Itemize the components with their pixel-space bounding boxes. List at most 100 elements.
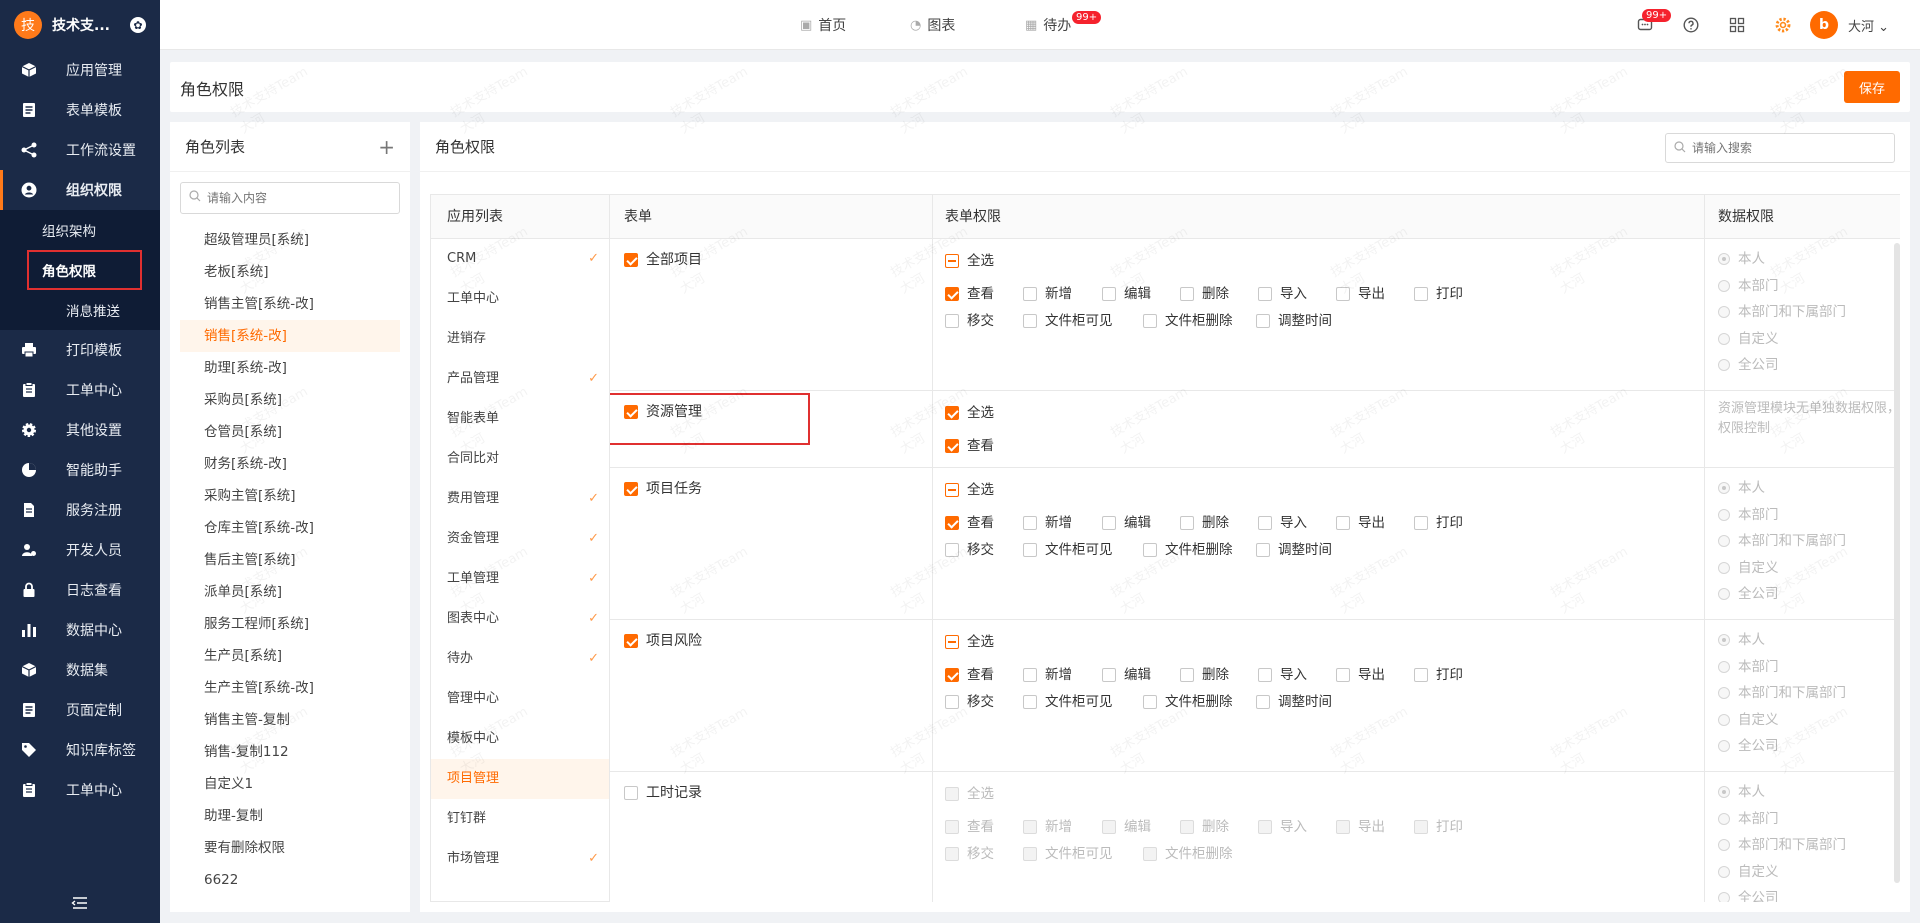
import-checkbox[interactable]: 导入 [1258, 663, 1307, 683]
data-scope-radio[interactable]: 自定义 [1718, 860, 1779, 880]
data-scope-radio[interactable]: 全公司 [1718, 582, 1779, 602]
add-checkbox[interactable]: 新增 [1023, 815, 1072, 835]
sidebar-item-dataset[interactable]: 数据集 [0, 650, 160, 690]
data-scope-radio[interactable]: 全公司 [1718, 353, 1779, 373]
role-item[interactable]: 仓库主管[系统-改] [180, 512, 400, 544]
sidebar-item-print-template[interactable]: 打印模板 [0, 330, 160, 370]
role-item[interactable]: 超级管理员[系统] [180, 224, 400, 256]
role-item[interactable]: 销售-复制112 [180, 736, 400, 768]
app-list-item[interactable]: 待办 ✓ [431, 639, 609, 679]
cabinet-delete-checkbox[interactable]: 文件柜删除 [1143, 842, 1233, 862]
delete-checkbox[interactable]: 删除 [1180, 511, 1229, 531]
cabinet-visible-checkbox[interactable]: 文件柜可见 [1023, 690, 1113, 710]
app-list-item[interactable]: 模板中心 [431, 719, 609, 759]
adjust-time-checkbox[interactable]: 调整时间 [1256, 538, 1332, 558]
role-item[interactable]: 助理[系统-改] [180, 352, 400, 384]
sidebar-item-other-settings[interactable]: 其他设置 [0, 410, 160, 450]
data-scope-radio[interactable]: 自定义 [1718, 327, 1779, 347]
add-checkbox[interactable]: 新增 [1023, 663, 1072, 683]
form-checkbox[interactable]: 全部项目 [624, 249, 702, 269]
app-list-item[interactable]: 工单管理 ✓ [431, 559, 609, 599]
adjust-time-checkbox[interactable]: 调整时间 [1256, 690, 1332, 710]
role-item[interactable]: 要有删除权限 [180, 832, 400, 864]
data-scope-radio[interactable]: 本人 [1718, 780, 1765, 800]
edit-checkbox[interactable]: 编辑 [1102, 815, 1151, 835]
sidebar-item-form-template[interactable]: 表单模板 [0, 90, 160, 130]
view-checkbox[interactable]: 查看 [945, 663, 994, 683]
brand-name[interactable]: 技术支... [52, 15, 130, 35]
print-checkbox[interactable]: 打印 [1414, 282, 1463, 302]
sidebar-item-ticket-center[interactable]: 工单中心 [0, 370, 160, 410]
add-checkbox[interactable]: 新增 [1023, 511, 1072, 531]
data-scope-radio[interactable]: 本部门和下属部门 [1718, 300, 1846, 320]
delete-checkbox[interactable]: 删除 [1180, 815, 1229, 835]
role-item[interactable]: 自定义1 [180, 768, 400, 800]
form-checkbox[interactable]: 项目任务 [624, 478, 702, 498]
app-list-item[interactable]: CRM ✓ [431, 239, 609, 279]
select-all-checkbox[interactable]: 全选 [945, 249, 994, 269]
print-checkbox[interactable]: 打印 [1414, 815, 1463, 835]
delete-checkbox[interactable]: 删除 [1180, 663, 1229, 683]
sidebar-item-ticket-center-2[interactable]: 工单中心 [0, 770, 160, 810]
sidebar-item-data-center[interactable]: 数据中心 [0, 610, 160, 650]
apps-grid-icon[interactable] [1727, 15, 1747, 35]
brand-settings-icon[interactable]: ✿ [130, 17, 146, 33]
transfer-checkbox[interactable]: 移交 [945, 690, 994, 710]
print-checkbox[interactable]: 打印 [1414, 511, 1463, 531]
grid-scrollbar[interactable] [1894, 243, 1900, 883]
app-list-item[interactable]: 工单中心 [431, 279, 609, 319]
transfer-checkbox[interactable]: 移交 [945, 538, 994, 558]
role-item[interactable]: 财务[系统-改] [180, 448, 400, 480]
view-checkbox[interactable]: 查看 [945, 282, 994, 302]
settings-gear-icon[interactable] [1773, 15, 1793, 35]
cabinet-visible-checkbox[interactable]: 文件柜可见 [1023, 842, 1113, 862]
app-list-item[interactable]: 进销存 [431, 319, 609, 359]
data-scope-radio[interactable]: 本人 [1718, 628, 1765, 648]
edit-checkbox[interactable]: 编辑 [1102, 663, 1151, 683]
role-item[interactable]: 服务工程师[系统] [180, 608, 400, 640]
data-scope-radio[interactable]: 本部门 [1718, 807, 1779, 827]
help-icon[interactable] [1681, 15, 1701, 35]
data-scope-radio[interactable]: 本部门 [1718, 655, 1779, 675]
app-list-item[interactable]: 产品管理 ✓ [431, 359, 609, 399]
import-checkbox[interactable]: 导入 [1258, 282, 1307, 302]
export-checkbox[interactable]: 导出 [1336, 282, 1385, 302]
add-checkbox[interactable]: 新增 [1023, 282, 1072, 302]
data-scope-radio[interactable]: 本部门和下属部门 [1718, 681, 1846, 701]
avatar[interactable]: b [1810, 11, 1838, 39]
form-checkbox[interactable]: 项目风险 [624, 630, 702, 650]
select-all-checkbox[interactable]: 全选 [945, 478, 994, 498]
sidebar-subitem-message-push[interactable]: 消息推送 [0, 290, 160, 330]
save-button[interactable]: 保存 [1844, 71, 1900, 103]
data-scope-radio[interactable]: 本部门 [1718, 503, 1779, 523]
data-scope-radio[interactable]: 自定义 [1718, 708, 1779, 728]
role-item[interactable]: 生产主管[系统-改] [180, 672, 400, 704]
role-search-input[interactable] [207, 191, 387, 205]
data-scope-radio[interactable]: 本部门 [1718, 274, 1779, 294]
data-scope-radio[interactable]: 自定义 [1718, 556, 1779, 576]
view-checkbox[interactable]: 查看 [945, 511, 994, 531]
topnav-todo[interactable]: ▦ 待办 [1025, 0, 1071, 50]
export-checkbox[interactable]: 导出 [1336, 511, 1385, 531]
cabinet-delete-checkbox[interactable]: 文件柜删除 [1143, 309, 1233, 329]
permission-search-input[interactable] [1692, 141, 1882, 155]
add-role-icon[interactable]: + [378, 135, 395, 159]
sidebar-item-kb-tags[interactable]: 知识库标签 [0, 730, 160, 770]
edit-checkbox[interactable]: 编辑 [1102, 511, 1151, 531]
select-all-checkbox[interactable]: 全选 [945, 401, 994, 421]
role-item[interactable]: 销售主管-复制 [180, 704, 400, 736]
role-item[interactable]: 6622 [180, 864, 400, 896]
sidebar-subitem-org-structure[interactable]: 组织架构 [0, 210, 160, 250]
select-all-checkbox[interactable]: 全选 [945, 630, 994, 650]
view-checkbox[interactable]: 查看 [945, 815, 994, 835]
data-scope-radio[interactable]: 本人 [1718, 476, 1765, 496]
app-list-item[interactable]: 合同比对 [431, 439, 609, 479]
sidebar-item-workflow[interactable]: 工作流设置 [0, 130, 160, 170]
sidebar-item-log-view[interactable]: 日志查看 [0, 570, 160, 610]
app-list-item[interactable]: 市场管理 ✓ [431, 839, 609, 879]
app-list-item[interactable]: 智能表单 [431, 399, 609, 439]
data-scope-radio[interactable]: 本人 [1718, 247, 1765, 267]
app-list-item[interactable]: 钉钉群 [431, 799, 609, 839]
delete-checkbox[interactable]: 删除 [1180, 282, 1229, 302]
sidebar-item-app-manage[interactable]: 应用管理 [0, 50, 160, 90]
